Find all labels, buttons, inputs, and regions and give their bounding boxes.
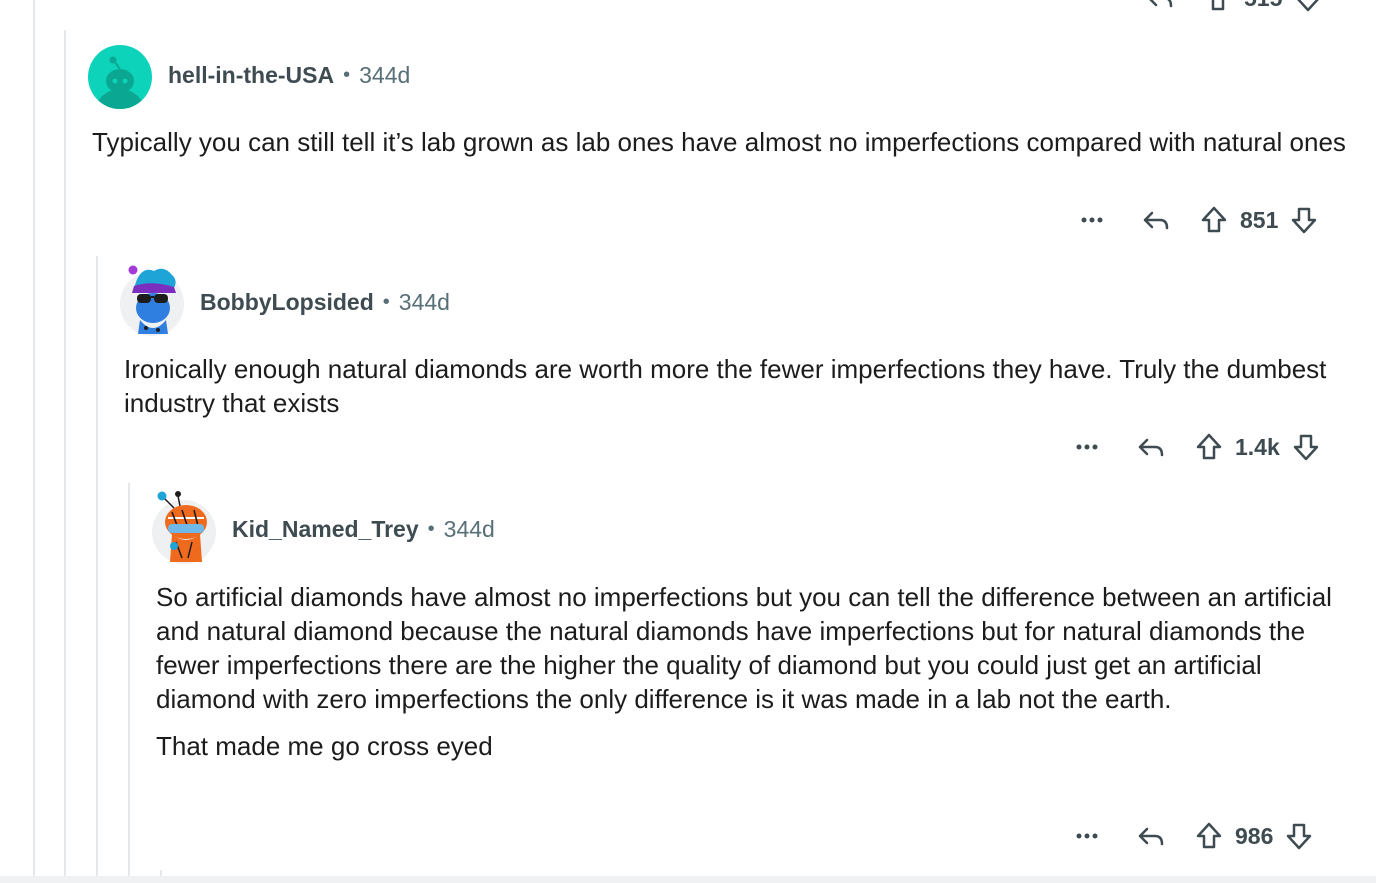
comment-paragraph: So artificial diamonds have almost no im…: [156, 582, 1332, 714]
thread-line-level-2[interactable]: [96, 256, 98, 883]
comment-score: 851: [1240, 206, 1279, 233]
author-name[interactable]: BobbyLopsided: [200, 289, 374, 316]
comment-actions: 851: [1072, 200, 1324, 240]
thread-line-level-3[interactable]: [128, 483, 130, 883]
comment-score: 986: [1235, 822, 1274, 849]
meta-separator: •: [427, 518, 435, 540]
reply-icon[interactable]: [1131, 427, 1171, 467]
comment-age[interactable]: 344d: [399, 289, 450, 316]
downvote-icon[interactable]: [1288, 0, 1328, 18]
comment-paragraph: Ironically enough natural diamonds are w…: [124, 354, 1327, 418]
comment-body: So artificial diamonds have almost no im…: [156, 580, 1346, 776]
comment-age[interactable]: 344d: [359, 62, 410, 89]
downvote-icon[interactable]: [1286, 427, 1326, 467]
snoo-avatar-teal-icon[interactable]: [88, 45, 152, 109]
bottom-divider: [0, 876, 1376, 883]
reply-icon[interactable]: [1136, 200, 1176, 240]
reply-icon[interactable]: [1131, 816, 1171, 856]
comment-body: Ironically enough natural diamonds are w…: [124, 352, 1339, 433]
upvote-icon[interactable]: [1189, 816, 1229, 856]
thread-line-root[interactable]: [33, 0, 35, 883]
author-name[interactable]: Kid_Named_Trey: [232, 516, 419, 543]
parent-score: 515: [1244, 0, 1282, 12]
author-name[interactable]: hell-in-the-USA: [168, 62, 334, 89]
more-options-icon[interactable]: [1067, 816, 1107, 856]
comment-paragraph: Typically you can still tell it’s lab gr…: [92, 127, 1346, 157]
downvote-icon[interactable]: [1284, 200, 1324, 240]
comment-meta: Kid_Named_Trey • 344d: [232, 516, 495, 543]
upvote-icon[interactable]: [1194, 200, 1234, 240]
comment-meta: hell-in-the-USA • 344d: [168, 62, 410, 89]
comment-score: 1.4k: [1235, 433, 1280, 460]
comment-meta: BobbyLopsided • 344d: [200, 289, 450, 316]
comment-actions: 1.4k: [1067, 427, 1326, 467]
meta-separator: •: [382, 291, 390, 313]
snoo-avatar-orange-helmet-icon[interactable]: [152, 488, 216, 564]
parent-comment-actions: 515: [1140, 0, 1328, 18]
downvote-icon[interactable]: [1279, 816, 1319, 856]
comment-body: Typically you can still tell it’s lab gr…: [92, 125, 1352, 172]
more-options-icon[interactable]: [1072, 200, 1112, 240]
reply-icon[interactable]: [1140, 0, 1180, 18]
comment-age[interactable]: 344d: [444, 516, 495, 543]
more-options-icon[interactable]: [1067, 427, 1107, 467]
meta-separator: •: [343, 64, 351, 86]
comment-paragraph: That made me go cross eyed: [156, 731, 493, 761]
upvote-icon[interactable]: [1189, 427, 1229, 467]
thread-line-level-1[interactable]: [64, 30, 66, 883]
comment-actions: 986: [1067, 816, 1319, 856]
snoo-avatar-blue-sunglasses-icon[interactable]: [120, 262, 184, 336]
upvote-icon[interactable]: [1198, 0, 1238, 18]
